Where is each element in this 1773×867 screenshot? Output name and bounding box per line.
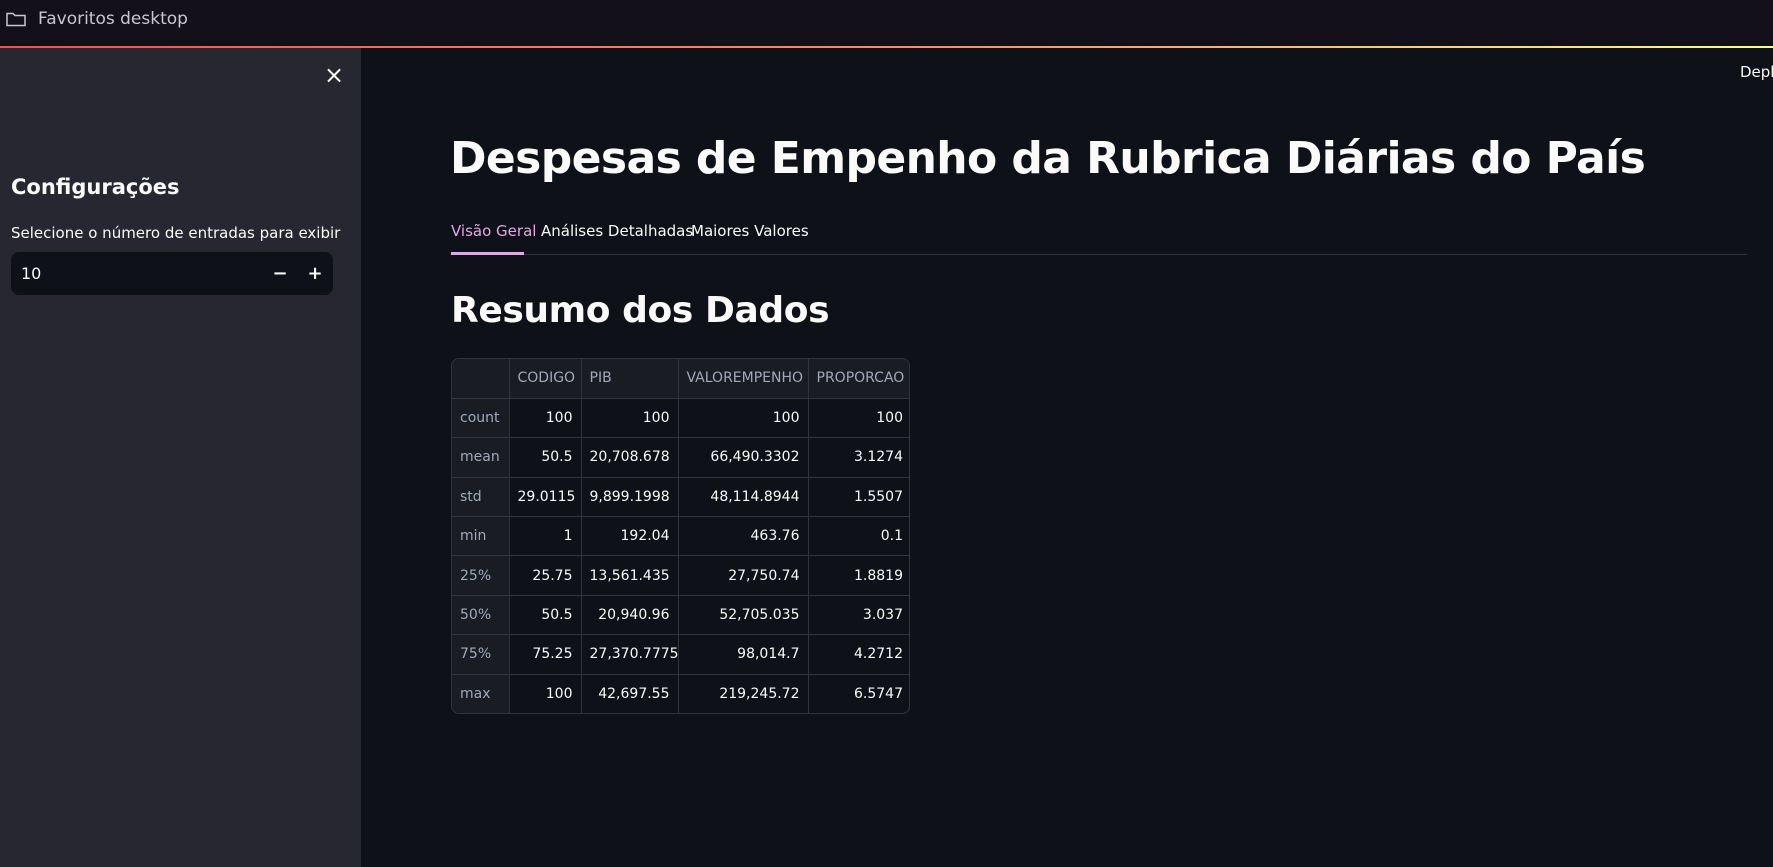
tab-visao-geral[interactable]: Visão Geral [451, 222, 536, 240]
row-label: 25% [452, 555, 510, 596]
table-cell: 100 [509, 674, 582, 713]
table-cell: 463.76 [678, 516, 809, 557]
table-row: min 1 192.04 463.76 0.1 [452, 516, 909, 557]
increment-button[interactable]: + [302, 260, 328, 286]
column-header-pib[interactable]: PIB [581, 359, 679, 399]
table-cell: 0.1 [808, 516, 909, 557]
row-label: 75% [452, 634, 510, 675]
column-header-proporcao[interactable]: PROPORCAO [808, 359, 909, 399]
table-cell: 1.5507 [808, 477, 909, 518]
table-cell: 1.8819 [808, 555, 909, 596]
stepper-label: Selecione o número de entradas para exib… [11, 224, 341, 242]
row-label: max [452, 674, 510, 713]
table-cell: 98,014.7 [678, 634, 809, 675]
table-cell: 25.75 [509, 555, 582, 596]
table-row: 75% 75.25 27,370.7775 98,014.7 4.2712 [452, 634, 909, 675]
table-row: 25% 25.75 13,561.435 27,750.74 1.8819 [452, 555, 909, 596]
table-row: count 100 100 100 100 [452, 398, 909, 439]
table-cell: 13,561.435 [581, 555, 679, 596]
bookmark-folder-label: Favoritos desktop [38, 9, 188, 29]
table-cell: 6.5747 [854, 686, 903, 703]
table-cell: 3.1274 [808, 437, 909, 478]
tab-bar: Visão Geral Análises Detalhadas Maiores … [451, 220, 1747, 255]
column-header-valorempenho[interactable]: VALOREMPENHO [678, 359, 809, 399]
page-title: Despesas de Empenho da Rubrica Diárias d… [450, 133, 1646, 184]
column-header-codigo[interactable]: CODIGO [509, 359, 582, 399]
table-row: 50% 50.5 20,940.96 52,705.035 3.037 [452, 595, 909, 636]
entries-number-input[interactable]: 10 − + [11, 252, 333, 295]
table-row: std 29.0115 9,899.1998 48,114.8944 1.550… [452, 477, 909, 518]
row-label: mean [452, 437, 510, 478]
table-cell: 20,708.678 [581, 437, 679, 478]
active-tab-indicator [451, 252, 524, 255]
table-cell: 52,705.035 [678, 595, 809, 636]
table-cell: 50.5 [509, 595, 582, 636]
sidebar-header: Configurações [11, 175, 180, 199]
table-row: max 100 42,697.55 219,245.72 6.5747 [452, 674, 909, 713]
decrement-button[interactable]: − [267, 260, 293, 286]
table-cell: 3.037 [808, 595, 909, 636]
tab-maiores-valores[interactable]: Maiores Valores [691, 222, 809, 240]
table-cell: 1 [509, 516, 582, 557]
table-cell: 27,750.74 [678, 555, 809, 596]
table-header-row: CODIGO PIB VALOREMPENHO PROPORCAO [452, 359, 909, 399]
deploy-button[interactable]: Deploy [1740, 63, 1773, 83]
table-cell: 219,245.72 [678, 674, 809, 713]
table-cell: 42,697.55 [581, 674, 679, 713]
table-cell: 29.0115 [509, 477, 582, 518]
table-cell: 50.5 [509, 437, 582, 478]
table-cell: 27,370.7775 [581, 634, 679, 675]
table-cell: 100 [509, 398, 582, 439]
table-cell: 100 [678, 398, 809, 439]
table-cell: 100 [581, 398, 679, 439]
table-cell: 20,940.96 [581, 595, 679, 636]
table-cell: 66,490.3302 [678, 437, 809, 478]
table-cell: 4.2712 [808, 634, 909, 675]
tab-analises-detalhadas[interactable]: Análises Detalhadas [541, 222, 693, 240]
row-label: min [452, 516, 510, 557]
summary-table[interactable]: CODIGO PIB VALOREMPENHO PROPORCAO count … [451, 358, 910, 714]
bookmarks-bar: Favoritos desktop [0, 0, 1773, 42]
table-cell: 9,899.1998 [581, 477, 679, 518]
table-cell: 48,114.8944 [678, 477, 809, 518]
table-row: mean 50.5 20,708.678 66,490.3302 3.1274 [452, 437, 909, 478]
table-cell: 192.04 [581, 516, 679, 557]
folder-icon [6, 12, 26, 27]
sidebar [0, 48, 361, 867]
bookmark-folder[interactable]: Favoritos desktop [6, 8, 188, 30]
section-title: Resumo dos Dados [451, 290, 830, 331]
row-label: count [452, 398, 510, 439]
column-header-index [452, 359, 510, 399]
table-cell: 75.25 [509, 634, 582, 675]
stepper-value[interactable]: 10 [21, 264, 41, 283]
table-cell: 100 [808, 398, 909, 439]
row-label: std [452, 477, 510, 518]
close-sidebar-icon[interactable]: × [322, 61, 346, 89]
row-label: 50% [452, 595, 510, 636]
